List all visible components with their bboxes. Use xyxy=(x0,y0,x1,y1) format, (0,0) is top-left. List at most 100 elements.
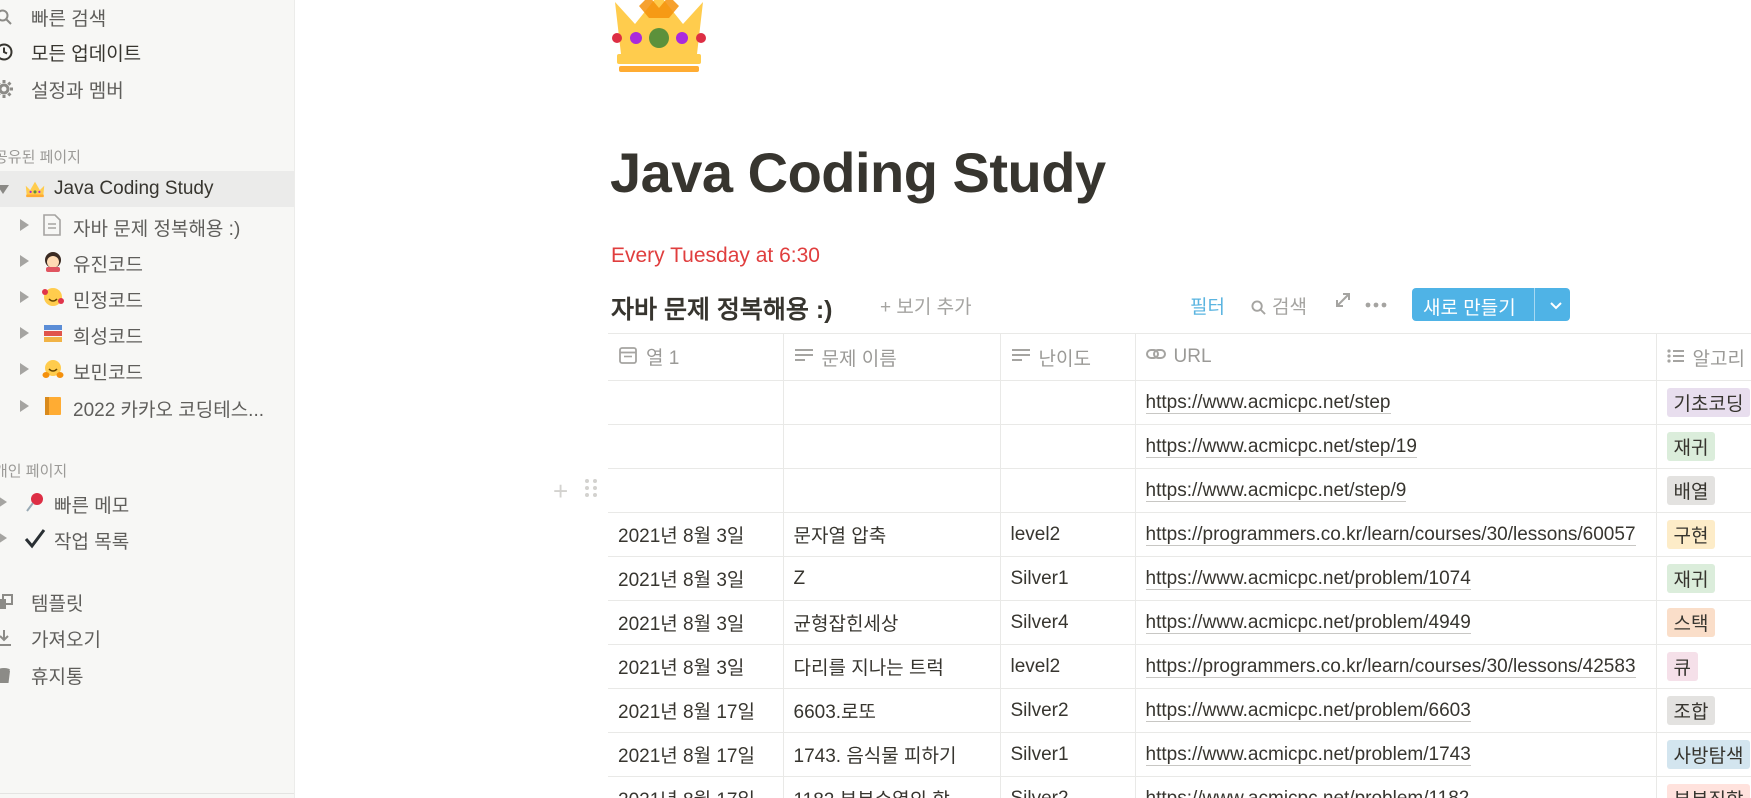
sidebar-page-java-study-db[interactable]: 자바 문제 정복해용 :) xyxy=(0,207,294,243)
search-button[interactable]: 검색 xyxy=(1251,292,1307,321)
algorithm-cell[interactable]: 부분집합 xyxy=(1656,776,1751,798)
url-link[interactable]: https://programmers.co.kr/learn/courses/… xyxy=(1145,655,1636,678)
date-cell[interactable]: 2021년 8월 17일 xyxy=(608,776,784,798)
expand-toggle[interactable] xyxy=(20,291,29,303)
url-cell[interactable]: https://programmers.co.kr/learn/courses/… xyxy=(1135,644,1657,689)
expand-toggle[interactable] xyxy=(20,327,29,339)
url-link[interactable]: https://www.acmicpc.net/problem/1182 xyxy=(1145,787,1470,798)
page-title[interactable]: Java Coding Study xyxy=(610,140,1106,205)
url-link[interactable]: https://www.acmicpc.net/step xyxy=(1145,391,1391,414)
algorithm-cell[interactable]: 구현 xyxy=(1656,512,1751,557)
problem-name-cell[interactable] xyxy=(783,468,1001,513)
table-row[interactable]: https://www.acmicpc.net/step/19 재귀 xyxy=(608,424,1751,469)
url-cell[interactable]: https://www.acmicpc.net/step xyxy=(1135,380,1657,425)
sidebar-page-minjung-code[interactable]: 민정코드 xyxy=(0,279,294,315)
chevron-down-icon[interactable] xyxy=(1543,292,1569,318)
url-cell[interactable]: https://www.acmicpc.net/problem/1182 xyxy=(1135,776,1657,798)
column-header-problem-name[interactable]: 문제 이름 xyxy=(783,333,1001,381)
problem-name-cell[interactable]: 6603.로또 xyxy=(783,688,1001,733)
table-row[interactable]: https://www.acmicpc.net/step 기초코딩 xyxy=(608,380,1751,425)
problem-name-cell[interactable]: 문자열 압축 xyxy=(783,512,1001,557)
sidebar-page-task-list[interactable]: 작업 목록 xyxy=(0,520,294,556)
difficulty-cell[interactable]: Silver1 xyxy=(1000,732,1136,777)
expand-toggle[interactable] xyxy=(20,400,29,412)
date-cell[interactable]: 2021년 8월 3일 xyxy=(608,556,784,601)
url-link[interactable]: https://programmers.co.kr/learn/courses/… xyxy=(1145,523,1636,546)
difficulty-cell[interactable]: Silver2 xyxy=(1000,688,1136,733)
page-icon-crown[interactable] xyxy=(609,0,709,80)
new-button[interactable]: 새로 만들기 xyxy=(1412,288,1570,321)
algorithm-cell[interactable]: 조합 xyxy=(1656,688,1751,733)
date-cell[interactable]: 2021년 8월 17일 xyxy=(608,688,784,733)
collapse-toggle[interactable] xyxy=(0,185,9,194)
difficulty-cell[interactable]: level2 xyxy=(1000,644,1136,689)
algorithm-cell[interactable]: 기초코딩 xyxy=(1656,380,1751,425)
algorithm-cell[interactable]: 재귀 xyxy=(1656,424,1751,469)
drag-handle-icon[interactable] xyxy=(584,478,598,498)
problem-name-cell[interactable]: 1743. 음식물 피하기 xyxy=(783,732,1001,777)
sidebar-trash[interactable]: 휴지통 xyxy=(0,658,294,692)
table-row[interactable]: 2021년 8월 3일 다리를 지나는 트럭 level2 https://progr… xyxy=(608,644,1751,689)
sidebar-import[interactable]: 가져오기 xyxy=(0,621,294,655)
url-cell[interactable]: https://www.acmicpc.net/problem/1074 xyxy=(1135,556,1657,601)
difficulty-cell[interactable]: Silver2 xyxy=(1000,776,1136,798)
url-cell[interactable]: https://www.acmicpc.net/step/9 xyxy=(1135,468,1657,513)
date-cell[interactable] xyxy=(608,468,784,513)
column-header-url[interactable]: URL xyxy=(1135,333,1657,381)
algorithm-cell[interactable]: 스택 xyxy=(1656,600,1751,645)
difficulty-cell[interactable]: level2 xyxy=(1000,512,1136,557)
sidebar-page-heesung-code[interactable]: 희성코드 xyxy=(0,315,294,351)
column-header-difficulty[interactable]: 난이도 xyxy=(1000,333,1136,381)
algorithm-cell[interactable]: 큐 xyxy=(1656,644,1751,689)
sidebar-all-updates[interactable]: 모든 업데이트 xyxy=(0,35,294,69)
sidebar-templates[interactable]: 템플릿 xyxy=(0,585,294,619)
open-fullpage-button[interactable] xyxy=(1335,292,1351,314)
date-cell[interactable]: 2021년 8월 3일 xyxy=(608,644,784,689)
url-cell[interactable]: https://programmers.co.kr/learn/courses/… xyxy=(1135,512,1657,557)
table-row[interactable]: https://www.acmicpc.net/step/9 배열 xyxy=(608,468,1751,513)
date-cell[interactable]: 2021년 8월 17일 xyxy=(608,732,784,777)
url-link[interactable]: https://www.acmicpc.net/step/19 xyxy=(1145,435,1417,458)
column-header-date[interactable]: 열 1 xyxy=(608,333,784,381)
algorithm-cell[interactable]: 재귀 xyxy=(1656,556,1751,601)
url-link[interactable]: https://www.acmicpc.net/problem/1743 xyxy=(1145,743,1471,766)
date-cell[interactable]: 2021년 8월 3일 xyxy=(608,600,784,645)
problem-name-cell[interactable] xyxy=(783,424,1001,469)
table-row[interactable]: 2021년 8월 17일 1182 부분수열의 합 Silver2 https://w… xyxy=(608,776,1751,798)
difficulty-cell[interactable]: Silver4 xyxy=(1000,600,1136,645)
expand-toggle[interactable] xyxy=(0,532,7,544)
sidebar-page-quick-memo[interactable]: 빠른 메모 xyxy=(0,484,294,520)
expand-toggle[interactable] xyxy=(20,255,29,267)
table-row[interactable]: 2021년 8월 3일 균형잡힌세상 Silver4 https://www.acmi… xyxy=(608,600,1751,645)
difficulty-cell[interactable] xyxy=(1000,468,1136,513)
algorithm-cell[interactable]: 배열 xyxy=(1656,468,1751,513)
table-row[interactable]: 2021년 8월 3일 문자열 압축 level2 https://programme… xyxy=(608,512,1751,557)
table-row[interactable]: 2021년 8월 17일 6603.로또 Silver2 https://www.ac… xyxy=(608,688,1751,733)
sidebar-page-yujin-code[interactable]: 유진코드 xyxy=(0,243,294,279)
url-link[interactable]: https://www.acmicpc.net/problem/4949 xyxy=(1145,611,1471,634)
expand-toggle[interactable] xyxy=(0,496,7,508)
column-header-algorithm[interactable]: 알고리 xyxy=(1656,333,1751,381)
url-cell[interactable]: https://www.acmicpc.net/step/19 xyxy=(1135,424,1657,469)
url-cell[interactable]: https://www.acmicpc.net/problem/6603 xyxy=(1135,688,1657,733)
more-options-button[interactable] xyxy=(1365,292,1387,314)
expand-toggle[interactable] xyxy=(20,363,29,375)
sidebar-page-bomin-code[interactable]: 보민코드 xyxy=(0,351,294,387)
difficulty-cell[interactable]: Silver1 xyxy=(1000,556,1136,601)
expand-toggle[interactable] xyxy=(20,219,29,231)
filter-button[interactable]: 필터 xyxy=(1190,292,1225,319)
url-link[interactable]: https://www.acmicpc.net/problem/1074 xyxy=(1145,567,1471,590)
problem-name-cell[interactable]: 1182 부분수열의 합 xyxy=(783,776,1001,798)
algorithm-cell[interactable]: 사방탐색 xyxy=(1656,732,1751,777)
date-cell[interactable] xyxy=(608,380,784,425)
problem-name-cell[interactable]: 다리를 지나는 트럭 xyxy=(783,644,1001,689)
add-row-plus-icon[interactable]: + xyxy=(553,476,568,507)
table-row[interactable]: 2021년 8월 3일 Z Silver1 https://www.acmicpc.n… xyxy=(608,556,1751,601)
problem-name-cell[interactable]: Z xyxy=(783,556,1001,601)
sidebar-page-kakao-2022[interactable]: 2022 카카오 코딩테스... xyxy=(0,388,294,424)
url-link[interactable]: https://www.acmicpc.net/problem/6603 xyxy=(1145,699,1471,722)
problem-name-cell[interactable]: 균형잡힌세상 xyxy=(783,600,1001,645)
date-cell[interactable] xyxy=(608,424,784,469)
difficulty-cell[interactable] xyxy=(1000,424,1136,469)
url-cell[interactable]: https://www.acmicpc.net/problem/4949 xyxy=(1135,600,1657,645)
